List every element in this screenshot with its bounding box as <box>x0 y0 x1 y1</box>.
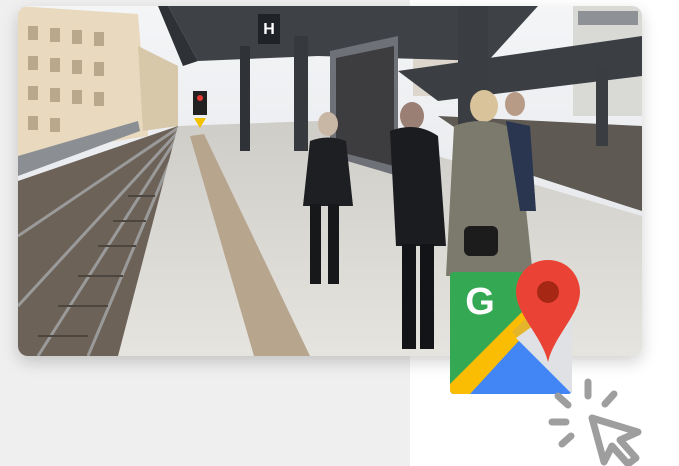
maps-letter-g: G <box>465 281 495 323</box>
google-maps-icon[interactable]: G <box>446 258 586 398</box>
click-cursor-icon <box>548 378 648 466</box>
station-sign-text: H <box>263 21 275 38</box>
maps-icon-graphic: G <box>450 260 580 394</box>
